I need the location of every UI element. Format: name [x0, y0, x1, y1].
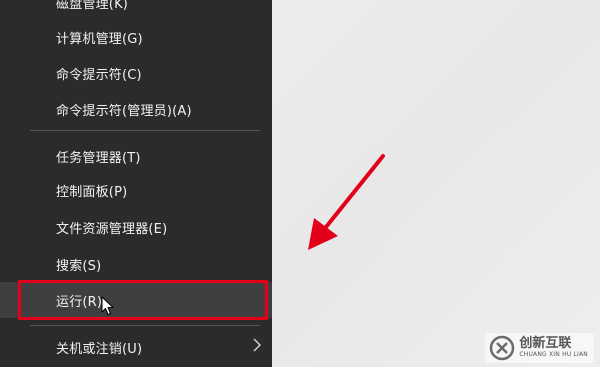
menu-item-label: 计算机管理(G)	[56, 31, 143, 47]
watermark: 创新互联 CHUANG XIN HU LIAN	[485, 333, 594, 363]
menu-item-command-prompt-admin[interactable]: 命令提示符(管理员)(A)	[0, 91, 272, 127]
menu-item-search[interactable]: 搜索(S)	[0, 246, 272, 282]
menu-item-shutdown-signout[interactable]: 关机或注销(U)	[0, 329, 272, 365]
highlight-box	[18, 280, 268, 320]
menu-item-file-explorer[interactable]: 文件资源管理器(E)	[0, 209, 272, 245]
menu-item-label: 磁盘管理(K)	[56, 0, 129, 12]
menu-item-command-prompt[interactable]: 命令提示符(C)	[0, 55, 272, 91]
chevron-right-icon	[253, 338, 262, 352]
menu-item-task-manager[interactable]: 任务管理器(T)	[0, 138, 272, 174]
menu-item-label: 任务管理器(T)	[56, 150, 141, 166]
menu-item-control-panel[interactable]: 控制面板(P)	[0, 172, 272, 208]
menu-item-label: 命令提示符(管理员)(A)	[56, 103, 192, 119]
menu-item-label: 命令提示符(C)	[56, 67, 142, 83]
menu-item-label: 关机或注销(U)	[56, 341, 143, 357]
watermark-subtitle: CHUANG XIN HU LIAN	[519, 351, 588, 358]
menu-item-disk-management[interactable]: 磁盘管理(K)	[0, 0, 272, 20]
menu-item-label: 控制面板(P)	[56, 184, 128, 200]
menu-item-computer-management[interactable]: 计算机管理(G)	[0, 19, 272, 55]
cx-logo-icon	[490, 335, 515, 361]
mouse-cursor-icon	[101, 296, 114, 315]
watermark-title: 创新互联	[519, 336, 572, 351]
menu-item-label: 文件资源管理器(E)	[56, 221, 168, 237]
red-arrow-icon	[308, 154, 385, 250]
menu-separator	[30, 325, 260, 326]
menu-item-label: 搜索(S)	[56, 258, 102, 274]
menu-separator	[30, 130, 260, 131]
